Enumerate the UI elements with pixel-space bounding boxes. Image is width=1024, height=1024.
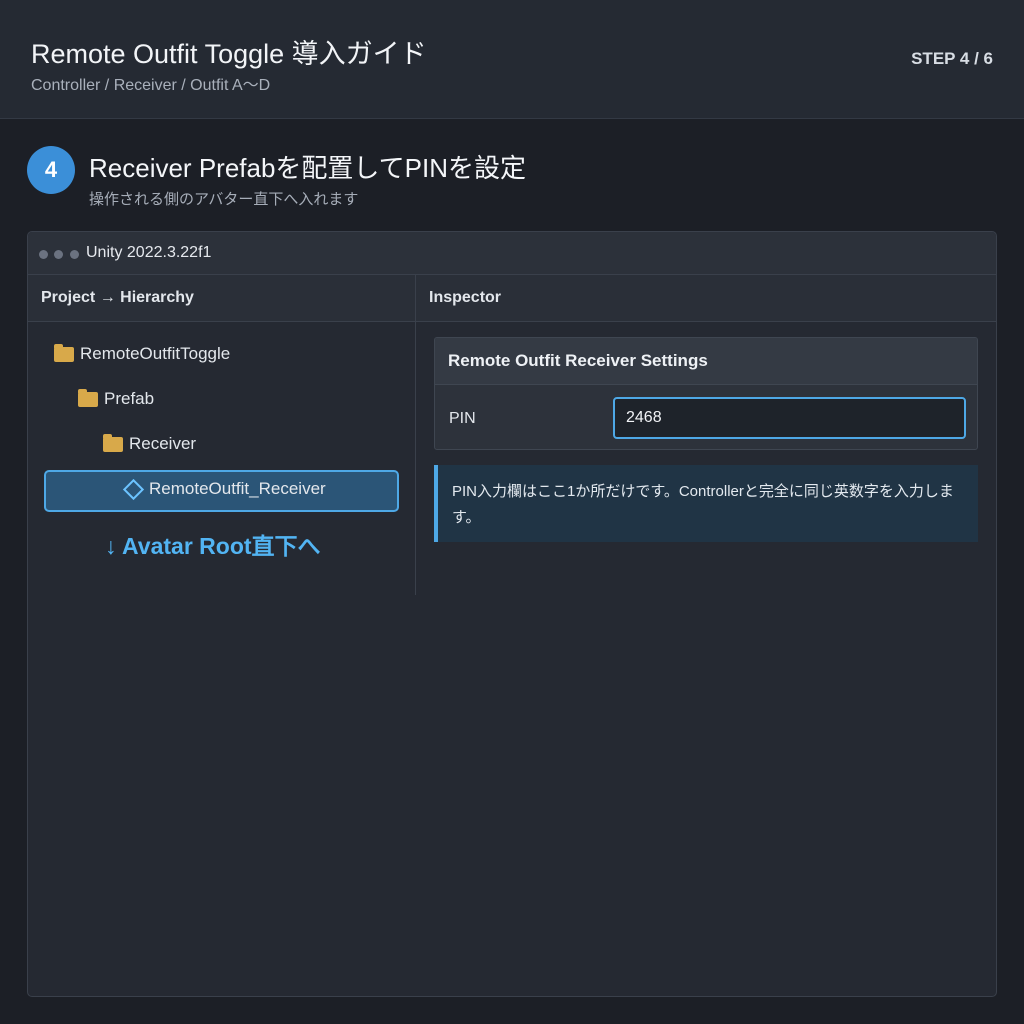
step-number-badge: 4 (27, 146, 75, 194)
step-description: 操作される側のアバター直下へ入れます (89, 191, 359, 208)
pin-info-box: PIN入力欄はここ1か所だけです。Controllerと完全に同じ英数字を入力し… (434, 465, 978, 542)
avatar-root-hint: ↓ Avatar Root直下へ (105, 533, 321, 559)
page-subtitle: Controller / Receiver / Outfit A〜D (31, 77, 271, 94)
window-minimize-dot[interactable] (54, 250, 63, 259)
pin-label: PIN (449, 410, 476, 427)
window-titlebar: Unity 2022.3.22f1 (28, 232, 996, 275)
tree-item-label: Receiver (129, 434, 197, 453)
step-title: Receiver Prefabを配置してPINを設定 (89, 153, 526, 183)
hierarchy-panel: Project → Hierarchy RemoteOutfitToggle P… (28, 275, 416, 595)
window-maximize-dot[interactable] (70, 250, 79, 259)
window-close-dot[interactable] (39, 250, 48, 259)
tree-item-label: RemoteOutfitToggle (80, 344, 231, 363)
step-counter: STEP 4 / 6 (911, 49, 993, 68)
receiver-settings-title: Remote Outfit Receiver Settings (435, 338, 977, 385)
inspector-panel: Inspector Remote Outfit Receiver Setting… (416, 275, 996, 595)
tree-item-label: RemoteOutfit_Receiver (149, 479, 326, 498)
page-title: Remote Outfit Toggle 導入ガイド (31, 39, 427, 69)
window-title: Unity 2022.3.22f1 (86, 244, 212, 261)
tree-item-remoteoutfittoggle[interactable]: RemoteOutfitToggle (54, 343, 231, 364)
receiver-settings-card: Remote Outfit Receiver Settings PIN (434, 337, 978, 450)
folder-icon (54, 343, 74, 362)
hierarchy-panel-header: Project → Hierarchy (28, 275, 415, 322)
prefab-icon (122, 478, 145, 500)
folder-icon (78, 388, 98, 407)
tree-item-label: Prefab (104, 389, 155, 408)
tree-item-remoteoutfit-receiver[interactable]: RemoteOutfit_Receiver (122, 478, 326, 500)
pin-input[interactable] (613, 397, 966, 439)
tree-item-prefab[interactable]: Prefab (78, 388, 155, 409)
header-bar: Remote Outfit Toggle 導入ガイド Controller / … (0, 0, 1024, 119)
inspector-panel-header: Inspector (416, 275, 996, 322)
folder-icon (103, 433, 123, 452)
tree-item-receiver[interactable]: Receiver (103, 433, 197, 454)
unity-window: Unity 2022.3.22f1 Project → Hierarchy Re… (27, 231, 997, 997)
